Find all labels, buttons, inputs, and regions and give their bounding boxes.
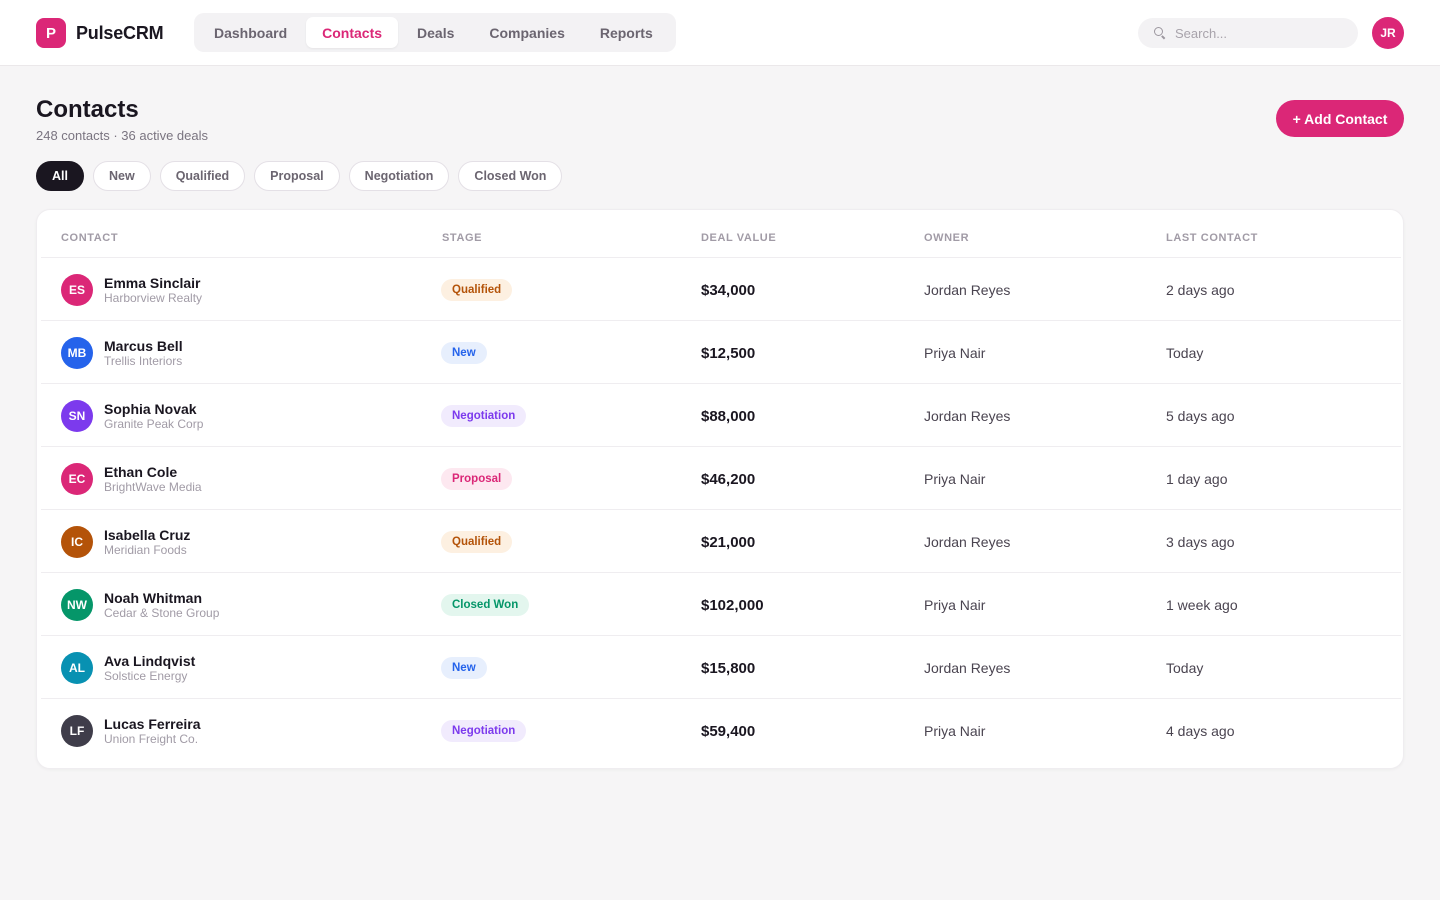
filter-chip-all[interactable]: All: [36, 161, 84, 191]
deal-value: $46,200: [701, 471, 756, 488]
table-row[interactable]: SN Sophia Novak Granite Peak Corp Negoti…: [41, 384, 1401, 447]
table-row[interactable]: AL Ava Lindqvist Solstice Energy New $15…: [41, 636, 1401, 699]
search-box[interactable]: [1138, 18, 1358, 48]
owner-name: Priya Nair: [924, 345, 986, 361]
contact-company: Solstice Energy: [104, 669, 188, 683]
filter-chip-new[interactable]: New: [92, 161, 151, 191]
contact-name[interactable]: Lucas Ferreira: [104, 716, 201, 732]
stage-badge: Qualified: [441, 531, 513, 553]
stage-filters: All New Qualified Proposal Negotiation C…: [36, 161, 563, 191]
contact-company: Granite Peak Corp: [104, 417, 204, 431]
add-contact-button[interactable]: + Add Contact: [1276, 100, 1404, 137]
last-contact: Today: [1166, 345, 1204, 361]
table-row[interactable]: ES Emma Sinclair Harborview Realty Quali…: [41, 258, 1401, 321]
last-contact: 1 day ago: [1166, 471, 1228, 487]
table-header: CONTACT STAGE DEAL VALUE OWNER LAST CONT…: [41, 210, 1401, 258]
search-input[interactable]: [1175, 25, 1345, 41]
contact-company: Union Freight Co.: [104, 732, 199, 746]
contact-name[interactable]: Emma Sinclair: [104, 275, 201, 291]
filter-chip-negotiation[interactable]: Negotiation: [348, 161, 450, 191]
last-contact: 3 days ago: [1166, 534, 1235, 550]
owner-name: Jordan Reyes: [924, 660, 1011, 676]
search-icon: [1154, 27, 1166, 39]
filter-chip-qualified[interactable]: Qualified: [159, 161, 246, 191]
contact-company: Harborview Realty: [104, 291, 203, 305]
contact-name[interactable]: Isabella Cruz: [104, 527, 190, 543]
contact-avatar: AL: [61, 652, 93, 684]
owner-name: Priya Nair: [924, 597, 986, 613]
contact-company: Cedar & Stone Group: [104, 606, 220, 620]
page-title: Contacts: [36, 96, 139, 123]
column-header-last-contact[interactable]: LAST CONTACT: [1166, 232, 1258, 244]
table-row[interactable]: IC Isabella Cruz Meridian Foods Qualifie…: [41, 510, 1401, 573]
contact-name[interactable]: Noah Whitman: [104, 590, 202, 606]
contact-avatar: ES: [61, 274, 93, 306]
brand[interactable]: P PulseCRM: [36, 18, 164, 48]
owner-name: Priya Nair: [924, 723, 986, 739]
column-header-owner[interactable]: OWNER: [924, 232, 969, 244]
last-contact: 1 week ago: [1166, 597, 1238, 613]
stage-badge: Negotiation: [441, 405, 527, 427]
nav-tab-companies[interactable]: Companies: [473, 17, 580, 48]
contact-company: BrightWave Media: [104, 480, 202, 494]
stage-badge: New: [441, 342, 487, 364]
contacts-table: CONTACT STAGE DEAL VALUE OWNER LAST CONT…: [36, 209, 1404, 769]
column-header-deal-value[interactable]: DEAL VALUE: [701, 232, 776, 244]
owner-name: Jordan Reyes: [924, 534, 1011, 550]
brand-name: PulseCRM: [76, 22, 164, 43]
last-contact: Today: [1166, 660, 1204, 676]
deal-value: $102,000: [701, 597, 764, 614]
last-contact: 4 days ago: [1166, 723, 1235, 739]
column-header-stage[interactable]: STAGE: [442, 232, 482, 244]
deal-value: $12,500: [701, 345, 756, 362]
deal-value: $59,400: [701, 723, 756, 740]
contact-name[interactable]: Marcus Bell: [104, 338, 183, 354]
contact-company: Meridian Foods: [104, 543, 187, 557]
contact-name[interactable]: Ethan Cole: [104, 464, 177, 480]
top-bar: P PulseCRM Dashboard Contacts Deals Comp…: [0, 0, 1440, 66]
contact-avatar: EC: [61, 463, 93, 495]
stage-badge: Proposal: [441, 468, 513, 490]
table-row[interactable]: EC Ethan Cole BrightWave Media Proposal …: [41, 447, 1401, 510]
owner-name: Jordan Reyes: [924, 282, 1011, 298]
stage-badge: Qualified: [441, 279, 513, 301]
nav-tab-deals[interactable]: Deals: [401, 17, 470, 48]
contact-avatar: IC: [61, 526, 93, 558]
owner-name: Priya Nair: [924, 471, 986, 487]
stage-badge: Closed Won: [441, 594, 530, 616]
contact-avatar: MB: [61, 337, 93, 369]
contact-avatar: SN: [61, 400, 93, 432]
stage-badge: New: [441, 657, 487, 679]
deal-value: $88,000: [701, 408, 756, 425]
contact-avatar: LF: [61, 715, 93, 747]
last-contact: 2 days ago: [1166, 282, 1235, 298]
main-nav: Dashboard Contacts Deals Companies Repor…: [194, 13, 676, 52]
filter-chip-closed-won[interactable]: Closed Won: [458, 161, 563, 191]
user-avatar[interactable]: JR: [1372, 17, 1404, 49]
brand-logo: P: [36, 18, 66, 48]
column-header-contact[interactable]: CONTACT: [61, 232, 118, 244]
nav-tab-reports[interactable]: Reports: [584, 17, 669, 48]
page-subtitle: 248 contacts · 36 active deals: [36, 128, 208, 143]
table-row[interactable]: NW Noah Whitman Cedar & Stone Group Clos…: [41, 573, 1401, 636]
contact-name[interactable]: Ava Lindqvist: [104, 653, 195, 669]
table-body: ES Emma Sinclair Harborview Realty Quali…: [41, 258, 1401, 762]
last-contact: 5 days ago: [1166, 408, 1235, 424]
stage-badge: Negotiation: [441, 720, 527, 742]
nav-tab-dashboard[interactable]: Dashboard: [198, 17, 303, 48]
nav-tab-contacts[interactable]: Contacts: [306, 17, 399, 48]
contact-company: Trellis Interiors: [104, 354, 183, 368]
table-row[interactable]: LF Lucas Ferreira Union Freight Co. Nego…: [41, 699, 1401, 762]
deal-value: $15,800: [701, 660, 756, 677]
deal-value: $34,000: [701, 282, 756, 299]
table-row[interactable]: MB Marcus Bell Trellis Interiors New $12…: [41, 321, 1401, 384]
filter-chip-proposal[interactable]: Proposal: [254, 161, 340, 191]
deal-value: $21,000: [701, 534, 756, 551]
contact-avatar: NW: [61, 589, 93, 621]
owner-name: Jordan Reyes: [924, 408, 1011, 424]
contact-name[interactable]: Sophia Novak: [104, 401, 197, 417]
